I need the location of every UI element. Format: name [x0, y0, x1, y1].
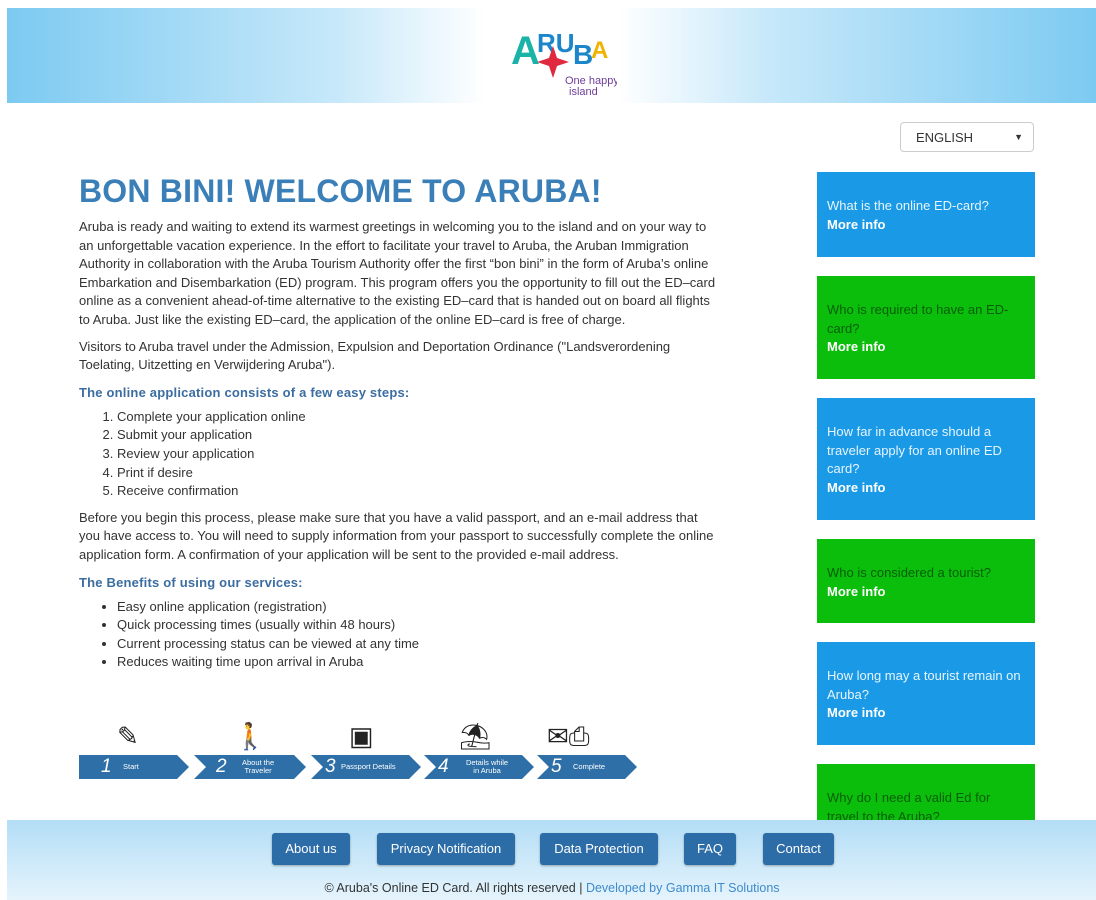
developer-link[interactable]: Developed by Gamma IT Solutions: [586, 881, 780, 895]
svg-text:RU: RU: [537, 28, 575, 58]
benefits-heading: The Benefits of using our services:: [79, 574, 303, 590]
chevron-down-icon: ▼: [1014, 132, 1023, 142]
aruba-logo[interactable]: A RU B A One happy island: [507, 18, 617, 100]
faq-question: Why do I need a valid Ed for travel to t…: [827, 790, 991, 824]
more-info-link[interactable]: More info: [827, 216, 1025, 235]
list-item: Easy online application (registration): [117, 598, 719, 617]
contact-button[interactable]: Contact: [763, 833, 834, 865]
list-item: Review your application: [117, 445, 719, 464]
svg-text:island: island: [569, 86, 598, 98]
list-item: Receive confirmation: [117, 482, 719, 501]
step-number: 4: [438, 756, 449, 777]
step-4: 4 Details while in Aruba: [424, 755, 534, 779]
step-number: 5: [551, 756, 562, 777]
steps-heading: The online application consists of a few…: [79, 384, 410, 400]
header-banner: A RU B A One happy island: [7, 8, 1096, 103]
more-info-link[interactable]: More info: [827, 338, 1025, 357]
more-info-link[interactable]: More info: [827, 479, 1025, 498]
benefits-list: Easy online application (registration) Q…: [79, 598, 719, 672]
faq-question: How far in advance should a traveler app…: [827, 424, 1002, 477]
main-content: BON BINI! WELCOME TO ARUBA! Aruba is rea…: [79, 172, 719, 672]
list-item: Print if desire: [117, 464, 719, 483]
traveler-icon: 🚶: [234, 721, 267, 751]
faq-question: What is the online ED-card?: [827, 198, 989, 213]
data-protection-button[interactable]: Data Protection: [540, 833, 658, 865]
faq-card-who-required[interactable]: Who is required to have an ED-card? More…: [817, 276, 1035, 379]
step-3: 3 Passport Details: [311, 755, 421, 779]
faq-card-how-far-advance[interactable]: How far in advance should a traveler app…: [817, 398, 1035, 520]
about-us-button[interactable]: About us: [272, 833, 350, 865]
list-item: Current processing status can be viewed …: [117, 635, 719, 654]
step-label: Passport Details: [341, 762, 396, 771]
visitors-paragraph: Visitors to Aruba travel under the Admis…: [79, 338, 671, 373]
more-info-link[interactable]: More info: [827, 704, 1025, 723]
faq-button[interactable]: FAQ: [684, 833, 736, 865]
step-1: 1 Start: [79, 755, 189, 779]
svg-text:A: A: [591, 37, 608, 64]
intro-paragraph: Aruba is ready and waiting to extend its…: [79, 219, 716, 327]
faq-card-valid-ed[interactable]: Why do I need a valid Ed for travel to t…: [817, 764, 1035, 824]
language-select[interactable]: ENGLISH ▼: [900, 122, 1034, 152]
list-item: Submit your application: [117, 426, 719, 445]
page-title: BON BINI! WELCOME TO ARUBA!: [79, 173, 602, 209]
before-paragraph: Before you begin this process, please ma…: [79, 509, 714, 562]
beach-icon: ⛱: [459, 721, 493, 751]
language-selected: ENGLISH: [916, 130, 974, 145]
process-steps: ✎ 🚶 ▣ ⛱ ✉⎙ 1 Start 2 About the Traveler 3…: [79, 721, 639, 781]
faq-card-how-long[interactable]: How long may a tourist remain on Aruba? …: [817, 642, 1035, 745]
step-2: 2 About the Traveler: [194, 755, 306, 779]
mail-print-icon: ✉⎙: [547, 721, 590, 751]
faq-question: Who is required to have an ED-card?: [827, 302, 1009, 336]
faq-card-tourist[interactable]: Who is considered a tourist? More info: [817, 539, 1035, 623]
step-5: 5 Complete: [537, 755, 637, 779]
passport-icon: ▣: [349, 721, 374, 751]
copyright: © Aruba's Online ED Card. All rights res…: [7, 881, 1096, 895]
step-label: About the Traveler: [242, 758, 275, 775]
footer: About us Privacy Notification Data Prote…: [7, 820, 1096, 900]
step-label: Complete: [573, 762, 606, 771]
list-item: Reduces waiting time upon arrival in Aru…: [117, 653, 719, 672]
more-info-link[interactable]: More info: [827, 583, 1025, 602]
step-number: 3: [325, 756, 336, 777]
step-label: Details while in Aruba: [466, 758, 509, 775]
list-item: Complete your application online: [117, 408, 719, 427]
list-item: Quick processing times (usually within 4…: [117, 616, 719, 635]
pencil-icon: ✎: [117, 721, 139, 751]
steps-list: Complete your application online Submit …: [79, 408, 719, 501]
faq-question: How long may a tourist remain on Aruba?: [827, 668, 1021, 702]
faq-card-online-ed-card[interactable]: What is the online ED-card? More info: [817, 172, 1035, 257]
faq-question: Who is considered a tourist?: [827, 565, 992, 580]
privacy-notification-button[interactable]: Privacy Notification: [377, 833, 515, 865]
svg-text:A: A: [511, 29, 540, 73]
step-number: 1: [101, 756, 112, 777]
step-label: Start: [123, 762, 139, 771]
step-number: 2: [216, 756, 227, 777]
page-frame: A RU B A One happy island ENGLISH ▼ BON …: [7, 8, 1096, 900]
copyright-text: © Aruba's Online ED Card. All rights res…: [324, 881, 583, 895]
